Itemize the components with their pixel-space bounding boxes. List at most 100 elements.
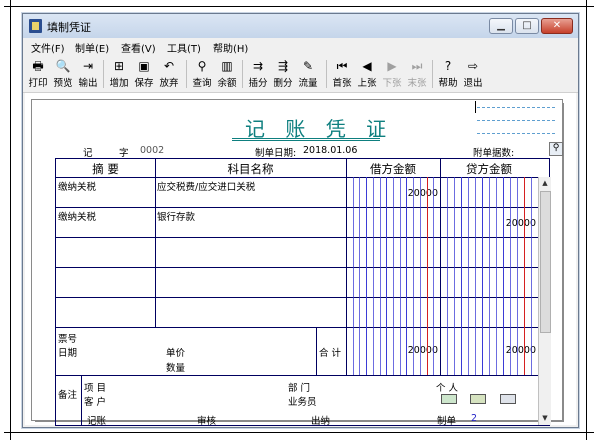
row1-account[interactable]: 应交税费/应交进口关税 [157,179,255,193]
review-label: 审核 [197,416,217,427]
toolbar-undo-button[interactable]: ↶ 放弃 [157,58,181,90]
toolbar-first-button[interactable]: ⏮ 首张 [330,58,354,90]
first-icon: ⏮ [336,59,348,73]
quantity-label: 数量 [166,363,186,374]
toolbar-label: 插分 [248,78,268,89]
row-divider [56,267,538,268]
digit-col-line [489,177,490,375]
row1-summary[interactable]: 缴纳关税 [58,179,96,193]
toolbar-label: 输出 [78,78,98,89]
menu-bar: 文件(F) 制单(E) 查看(V) 工具(T) 帮助(H) [23,38,578,56]
digit-col-line [510,177,511,375]
text-cursor [475,101,476,113]
scroll-down-icon[interactable]: ▼ [540,413,550,423]
digit-col-line [482,177,483,375]
header-debit: 借方金额 [370,162,416,176]
toolbar-binoculars-button[interactable]: ⚲ 查询 [190,58,214,90]
toolbar-label: 帮助 [438,78,458,89]
digit-col-line [393,177,394,375]
minimize-button[interactable]: ▁ [489,18,513,34]
exit-icon: ⇨ [467,59,479,73]
dash-line-1 [477,107,555,108]
toolbar-label: 放弃 [159,78,179,89]
unit-price-label: 单价 [166,348,186,359]
toolbar-next-button[interactable]: ▶ 下张 [380,58,404,90]
prev-icon: ◀ [362,59,372,73]
digit-col-line [433,177,434,375]
row2-account[interactable]: 银行存款 [157,209,195,223]
close-button[interactable]: ✕ [541,18,573,34]
scroll-up-icon[interactable]: ▲ [540,178,550,188]
toolbar-label: 增加 [109,78,129,89]
toolbar-flow-button[interactable]: ✎ 流量 [296,58,320,90]
vertical-scrollbar[interactable]: ▲ ▼ [538,177,551,425]
date-row-label: 日期 [58,348,78,359]
add-icon: ⊞ [113,59,125,73]
toolbar-separator [432,60,433,88]
frame-bottom [4,432,594,433]
attach-label: 附单据数: [473,148,515,159]
toolbar-add-button[interactable]: ⊞ 增加 [107,58,131,90]
delete-row-icon: ⇶ [277,59,289,73]
menu-file[interactable]: 文件(F) [31,40,65,55]
magnifier-icon: ⚲ [552,143,560,153]
voucher-window: 填制凭证 ▁ □ ✕ 文件(F) 制单(E) 查看(V) 工具(T) 帮助(H)… [22,13,579,428]
toolbar-label: 下张 [382,78,402,89]
last-icon: ⏭ [411,59,423,73]
title-bar[interactable]: 填制凭证 ▁ □ ✕ [23,14,578,38]
row-divider [56,207,538,208]
toolbar-insert-row-button[interactable]: ⇉ 插分 [246,58,270,90]
row-divider [56,237,538,238]
maker-label: 制单 [437,416,457,427]
remarks-divider [81,375,82,425]
summary-col-divider [155,159,156,327]
remark-icon-2[interactable] [470,394,486,404]
digit-col-line [468,177,469,375]
title-underline-2 [232,140,380,141]
toolbar-prev-button[interactable]: ◀ 上张 [355,58,379,90]
voucher-number[interactable]: 0002 [140,145,164,156]
undo-icon: ↶ [163,59,175,73]
menu-help[interactable]: 帮助(H) [213,40,248,55]
menu-voucher[interactable]: 制单(E) [75,40,109,55]
voucher-type[interactable]: 记 [83,145,93,159]
scroll-thumb[interactable] [540,191,551,333]
toolbar-label: 余额 [217,78,237,89]
voucher-area: 记 账 凭 证 记 字 0002 制单日期: 2018.01.06 附单据数: … [25,93,576,427]
toolbar-exit-button[interactable]: ⇨ 退出 [461,58,485,90]
toolbar-bar-chart-button[interactable]: ▥ 余额 [215,58,239,90]
toolbar-label: 上张 [357,78,377,89]
toolbar-save-button[interactable]: ▣ 保存 [132,58,156,90]
digit-col-line [427,177,428,375]
row2-summary[interactable]: 缴纳关税 [58,209,96,223]
toolbar-label: 流量 [298,78,318,89]
ticket-label: 票号 [58,334,78,345]
attach-search-button[interactable]: ⚲ [549,142,563,156]
customer-label: 客 户 [84,397,107,408]
voucher-date[interactable]: 2018.01.06 [303,145,357,156]
toolbar-delete-row-button[interactable]: ⇶ 删分 [271,58,295,90]
remark-icon-3[interactable] [500,394,516,404]
remark-icon-1[interactable] [441,394,457,404]
voucher-table: 摘 要 科目名称 借方金额 贷方金额 缴纳关税 应交税费/应交进口关税 2000… [55,158,551,426]
toolbar-separator [242,60,243,88]
cashier-label: 出纳 [311,416,331,427]
help-icon: ? [444,59,452,73]
date-label: 制单日期: [255,148,297,159]
toolbar-help-button[interactable]: ? 帮助 [436,58,460,90]
bookkeeping-label: 记账 [87,416,107,427]
toolbar-export-button[interactable]: ⇥ 输出 [76,58,100,90]
digit-col-line [359,177,360,375]
toolbar-preview-button[interactable]: 🔍 预览 [51,58,75,90]
header-summary: 摘 要 [92,162,119,176]
menu-view[interactable]: 查看(V) [121,40,156,55]
toolbar-separator [186,60,187,88]
toolbar-label: 首张 [332,78,352,89]
header-divider [56,177,538,178]
menu-tools[interactable]: 工具(T) [167,40,201,55]
toolbar-separator [326,60,327,88]
toolbar-printer-button[interactable]: 🖶 打印 [26,58,50,90]
maximize-button[interactable]: □ [515,18,539,34]
export-icon: ⇥ [82,59,94,73]
toolbar-last-button[interactable]: ⏭ 末张 [405,58,429,90]
